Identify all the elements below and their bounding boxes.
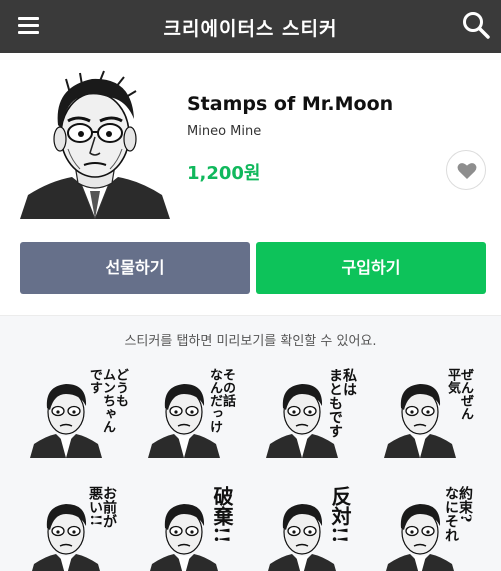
author-name[interactable]: Mineo Mine: [187, 124, 261, 139]
sticker-thumbnail[interactable]: 反対!!: [266, 484, 366, 571]
sticker-caption: その話 なんだっけ: [207, 368, 235, 433]
sticker-caption: 破棄!!: [210, 486, 234, 544]
sticker-set-name: Stamps of Mr.Moon: [187, 93, 394, 115]
hamburger-menu-icon[interactable]: [14, 12, 42, 40]
sticker-thumbnail[interactable]: お前が 悪い!!: [30, 484, 130, 571]
sticker-thumbnail[interactable]: その話 なんだっけ: [148, 364, 248, 458]
sticker-caption: 約束? なにそれ: [443, 486, 473, 542]
sticker-caption: 私は まともです: [327, 368, 357, 438]
like-button[interactable]: [446, 150, 486, 190]
gift-button[interactable]: 선물하기: [20, 242, 250, 294]
sticker-caption: お前が 悪い!!: [87, 486, 117, 528]
price: 1,200원: [187, 163, 261, 184]
sticker-preview-area: 스티커를 탭하면 미리보기를 확인할 수 있어요. どうも ムンちゃん です その…: [0, 315, 501, 571]
sticker-thumbnail[interactable]: ぜんぜん 平気: [384, 364, 484, 458]
top-bar: 크리에이터스 스티커: [0, 0, 501, 53]
page-title: 크리에이터스 스티커: [163, 18, 338, 40]
sticker-caption: どうも ムンちゃん です: [87, 368, 128, 433]
sticker-thumbnail[interactable]: 私は まともです: [266, 364, 366, 458]
sticker-thumbnail[interactable]: どうも ムンちゃん です: [30, 364, 130, 458]
preview-hint: 스티커를 탭하면 미리보기를 확인할 수 있어요.: [124, 334, 377, 349]
sticker-thumbnail[interactable]: 約束? なにそれ: [384, 484, 484, 571]
product-info: Stamps of Mr.Moon Mineo Mine 1,200원 선물하기…: [0, 53, 501, 315]
sticker-caption: ぜんぜん 平気: [445, 368, 473, 420]
heart-icon: [457, 163, 477, 179]
sticker-caption: 反対!!: [328, 486, 352, 544]
main-sticker-image: [20, 69, 170, 221]
sticker-thumbnail[interactable]: 破棄!!: [148, 484, 248, 571]
buy-button[interactable]: 구입하기: [256, 242, 486, 294]
search-icon[interactable]: [461, 10, 491, 40]
